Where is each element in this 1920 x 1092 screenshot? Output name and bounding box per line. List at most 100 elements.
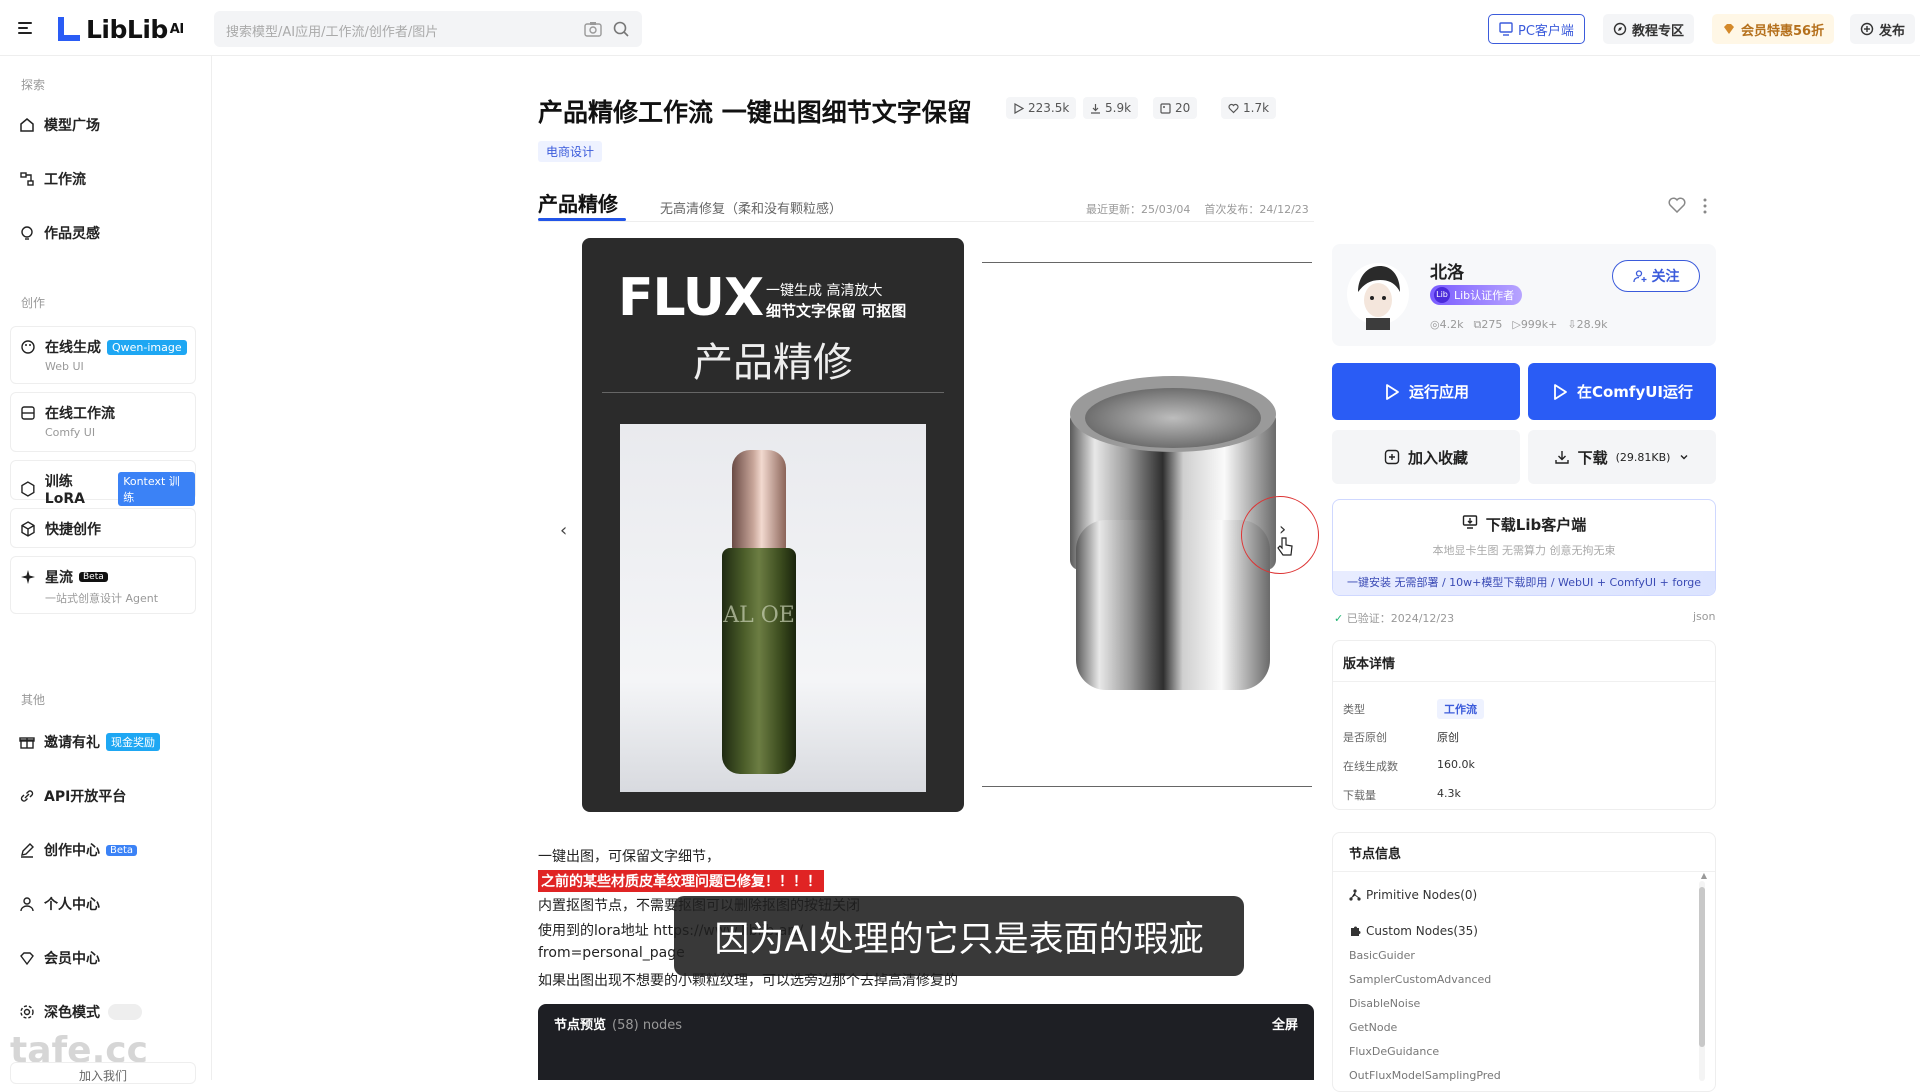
user-icon xyxy=(20,897,34,912)
sidebar-item-online-workflow[interactable]: 在线工作流 Comfy UI xyxy=(10,392,196,452)
sidebar-item-invite[interactable]: 邀请有礼 现金奖励 xyxy=(10,732,196,752)
run-app-button[interactable]: 运行应用 xyxy=(1332,363,1520,420)
qwen-image-badge: Qwen-image xyxy=(107,339,187,355)
scrollbar-thumb[interactable] xyxy=(1699,887,1705,1047)
vip-offer-label: 会员特惠56折 xyxy=(1741,23,1825,39)
description-alert: 之前的某些材质皮革纹理问题已修复！！！！ xyxy=(538,870,824,892)
puzzle-icon xyxy=(1351,926,1361,936)
node-item[interactable]: SamplerCustomAdvanced xyxy=(1349,973,1491,986)
sidebar-item-train-lora[interactable]: 训练LoRA Kontext 训练 xyxy=(10,460,196,507)
client-title-row: 下载Lib客户端 xyxy=(1333,514,1715,535)
pc-client-button[interactable]: PC客户端 xyxy=(1488,14,1585,44)
client-feature-strip: 一键安装 无需部署 / 10w+模型下载即用 / WebUI + ComfyUI… xyxy=(1333,571,1715,595)
like-heart-icon[interactable] xyxy=(1668,197,1686,213)
xingliu-label: 星流 xyxy=(45,570,73,586)
dates-info: 最近更新：25/03/04 首次发布：24/12/23 xyxy=(1086,201,1309,217)
add-favorite-button[interactable]: 加入收藏 xyxy=(1332,430,1520,484)
download-button[interactable]: 下载 (29.81KB) xyxy=(1528,430,1716,484)
version-key-type: 类型 xyxy=(1343,703,1365,716)
author-stat-downloads: ⇩28.9k xyxy=(1567,318,1608,331)
poster-title: 产品精修 xyxy=(693,340,853,386)
sidebar-item-vip-center[interactable]: 会员中心 xyxy=(10,948,196,968)
bottle-cap xyxy=(732,450,786,550)
author-cert-label: Lib认证作者 xyxy=(1454,289,1515,302)
vip-offer-button[interactable]: 会员特惠56折 xyxy=(1712,14,1835,44)
tutorial-button[interactable]: 教程专区 xyxy=(1603,14,1695,44)
sidebar-item-dark-mode[interactable]: 深色模式 xyxy=(10,1002,196,1022)
search-bar[interactable]: 搜索模型/AI应用/工作流/创作者/图片 xyxy=(214,11,642,47)
author-avatar[interactable] xyxy=(1346,258,1410,330)
nodes-tree-icon xyxy=(1349,889,1361,901)
node-item[interactable]: DisableNoise xyxy=(1349,997,1420,1010)
search-icon[interactable] xyxy=(612,20,630,38)
category-tag[interactable]: 电商设计 xyxy=(538,141,603,162)
sidebar-item-personal[interactable]: 个人中心 xyxy=(10,894,196,914)
creator-beta-badge: Beta xyxy=(106,844,138,856)
follow-button[interactable]: 关注 xyxy=(1612,260,1700,292)
more-options-icon[interactable] xyxy=(1702,198,1708,214)
camera-icon[interactable] xyxy=(584,21,602,37)
liblib-logo[interactable]: LibLib AI xyxy=(56,14,184,44)
bottle-photo: AL OE xyxy=(620,424,926,792)
primitive-nodes-group[interactable]: Primitive Nodes(0) xyxy=(1349,888,1477,902)
sidebar-item-inspiration[interactable]: 作品灵感 xyxy=(10,223,196,243)
video-subtitle: 因为AI处理的它只是表面的瑕疵 xyxy=(674,896,1244,976)
sidebar-item-quick-create[interactable]: 快捷创作 xyxy=(10,508,196,548)
logo-mark-icon xyxy=(58,17,80,41)
client-title: 下载Lib客户端 xyxy=(1485,516,1587,534)
tab-no-hd-fix[interactable]: 无高清修复（柔和没有颗粒感） xyxy=(660,198,842,217)
primitive-nodes-label: Primitive Nodes(0) xyxy=(1366,888,1478,902)
sidebar-item-model-square[interactable]: 模型广场 xyxy=(10,115,196,135)
sidebar-item-creator-center[interactable]: 创作中心 Beta xyxy=(10,840,196,860)
add-user-icon xyxy=(1632,270,1646,283)
json-link[interactable]: json xyxy=(1693,610,1716,623)
node-preview-panel: 节点预览 (58) nodes 全屏 xyxy=(538,1004,1314,1080)
train-lora-label: 训练LoRA xyxy=(44,474,85,507)
node-item[interactable]: BasicGuider xyxy=(1349,949,1415,962)
plus-square-icon xyxy=(1384,449,1400,465)
gift-icon xyxy=(19,737,35,749)
author-stat-runs: ▷999k+ xyxy=(1512,318,1558,331)
home-icon xyxy=(20,118,34,132)
join-us-button[interactable]: 加入我们 xyxy=(10,1062,196,1084)
sidebar-item-label: 模型广场 xyxy=(44,118,100,134)
run-comfy-label: 在ComfyUI运行 xyxy=(1576,383,1693,401)
tab-product-refine[interactable]: 产品精修 xyxy=(538,188,618,217)
poster-image: FLUX 一键生成 高清放大 细节文字保留 可抠图 产品精修 AL OE xyxy=(582,238,964,812)
node-preview-title: 节点预览 xyxy=(554,1018,607,1033)
hamburger-menu-icon[interactable] xyxy=(14,17,36,39)
custom-nodes-group[interactable]: Custom Nodes(35) xyxy=(1349,924,1478,938)
poster-divider xyxy=(602,392,944,393)
node-item[interactable]: FluxDeGuidance xyxy=(1349,1045,1439,1058)
version-key-online-gen: 在线生成数 xyxy=(1343,760,1398,773)
xingliu-beta-badge: Beta xyxy=(79,572,108,582)
sidebar-item-online-gen[interactable]: 在线生成 Qwen-image Web UI xyxy=(10,326,196,384)
node-item[interactable]: OutFluxModelSamplingPred xyxy=(1349,1069,1501,1082)
publish-button[interactable]: 发布 xyxy=(1850,14,1916,44)
description-line: from=personal_page xyxy=(538,945,685,961)
compare-line-bottom xyxy=(982,786,1312,787)
node-info-divider xyxy=(1333,871,1715,872)
fullscreen-button[interactable]: 全屏 xyxy=(1272,1014,1298,1033)
scroll-up-icon[interactable]: ▲ xyxy=(1701,871,1707,880)
top-bar: LibLib AI 搜索模型/AI应用/工作流/创作者/图片 PC客户端 教程专区… xyxy=(0,0,1920,56)
description-line: 一键出图，可保留文字细节， xyxy=(538,849,720,865)
version-value-downloads: 4.3k xyxy=(1437,787,1461,800)
run-in-comfyui-button[interactable]: 在ComfyUI运行 xyxy=(1528,363,1716,420)
cash-reward-badge: 现金奖励 xyxy=(106,733,160,751)
dark-mode-toggle[interactable] xyxy=(108,1004,142,1020)
sidebar-item-api[interactable]: API开放平台 xyxy=(10,786,196,806)
node-item[interactable]: GetNode xyxy=(1349,1021,1397,1034)
sidebar-item-xingliu[interactable]: 星流 Beta 一站式创意设计 Agent xyxy=(10,556,196,614)
section-other-label: 其他 xyxy=(21,693,46,707)
version-divider xyxy=(1333,681,1715,682)
sidebar-item-workflow[interactable]: 工作流 xyxy=(10,169,196,189)
chevron-down-icon[interactable] xyxy=(1678,451,1690,463)
sidebar-item-label: 会员中心 xyxy=(44,951,100,967)
download-client-card[interactable]: 下载Lib客户端 本地显卡生图 无需算力 创意无拘无束 一键安装 无需部署 / … xyxy=(1332,499,1716,596)
author-name[interactable]: 北洛 xyxy=(1430,258,1464,283)
search-input[interactable]: 搜索模型/AI应用/工作流/创作者/图片 xyxy=(226,21,438,40)
workflow-icon xyxy=(20,172,34,186)
follow-label: 关注 xyxy=(1651,269,1680,285)
carousel-prev-icon[interactable]: ‹ xyxy=(560,520,567,541)
